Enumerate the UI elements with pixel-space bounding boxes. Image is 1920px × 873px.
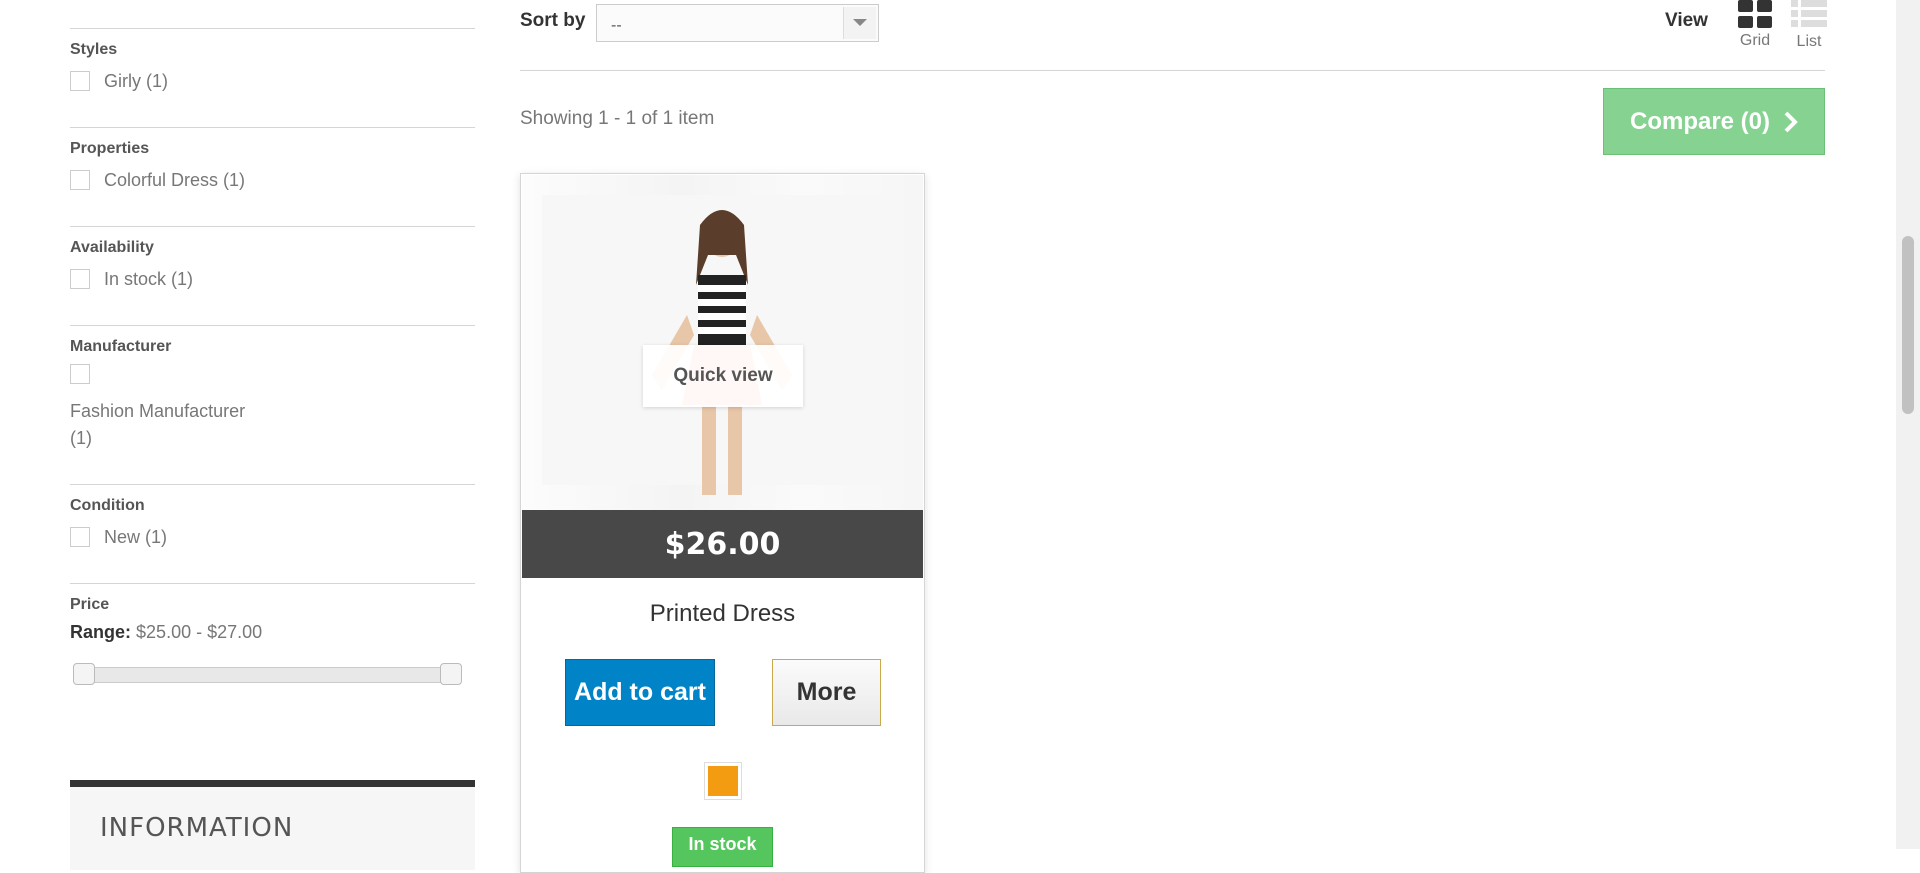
product-card[interactable]: Quick view $26.00 Printed Dress Add to c… — [520, 173, 925, 873]
filter-option-label: Colorful Dress (1) — [104, 169, 246, 190]
checkbox[interactable] — [70, 71, 90, 91]
scrollbar-thumb[interactable] — [1902, 236, 1914, 414]
product-listing: Sort by -- View Grid List Showing 1 - 1 … — [520, 0, 1827, 873]
color-swatch-orange — [708, 766, 738, 796]
price-slider[interactable] — [70, 663, 465, 685]
price-slider-track — [78, 667, 457, 683]
product-image[interactable]: Quick view — [522, 175, 923, 510]
filter-title: Availability — [70, 239, 154, 256]
more-button[interactable]: More — [772, 659, 881, 726]
view-label: View — [1665, 10, 1708, 31]
sort-toolbar: Sort by -- View Grid List — [520, 0, 1827, 71]
filter-title: Styles — [70, 41, 118, 58]
filter-title: Condition — [70, 497, 145, 514]
filter-option-label: Girly (1) — [104, 70, 168, 91]
price-range-label: Range: — [70, 622, 132, 642]
view-list-label: List — [1796, 33, 1822, 50]
filter-styles: Styles Girly (1) — [70, 28, 475, 105]
price-slider-max-handle[interactable] — [440, 663, 462, 685]
view-grid-button[interactable]: Grid — [1738, 0, 1772, 50]
sort-label: Sort by — [520, 10, 586, 31]
compare-button[interactable]: Compare (0) — [1603, 88, 1825, 155]
product-name-link[interactable]: Printed Dress — [521, 600, 924, 628]
filter-properties: Properties Colorful Dress (1) — [70, 127, 475, 204]
filter-option-girly[interactable]: Girly (1) — [70, 67, 475, 95]
price-slider-min-handle[interactable] — [73, 663, 95, 685]
filter-option-label: New (1) — [104, 526, 168, 547]
information-block: INFORMATION — [70, 780, 475, 870]
product-price: $26.00 — [522, 510, 923, 578]
filter-price: Price Range: $25.00 - $27.00 — [70, 583, 475, 693]
filter-manufacturer: Manufacturer Fashion Manufacturer (1) — [70, 325, 475, 462]
page-scrollbar[interactable] — [1896, 0, 1920, 849]
grid-view-icon — [1738, 0, 1772, 28]
filter-option-label: In stock (1) — [104, 268, 194, 289]
sort-select[interactable]: -- — [596, 4, 879, 42]
filter-option-colorful-dress[interactable]: Colorful Dress (1) — [70, 166, 475, 194]
product-count: Showing 1 - 1 of 1 item — [520, 108, 715, 129]
chevron-down-icon[interactable] — [843, 7, 876, 39]
information-title: INFORMATION — [100, 813, 294, 843]
filter-option-fashion-manufacturer[interactable]: Fashion Manufacturer (1) — [70, 364, 475, 452]
filter-option-in-stock[interactable]: In stock (1) — [70, 265, 475, 293]
filter-option-label: Fashion Manufacturer (1) — [70, 401, 246, 448]
filter-condition: Condition New (1) — [70, 484, 475, 561]
product-photo — [542, 195, 903, 495]
price-range-value: $25.00 - $27.00 — [136, 622, 263, 642]
checkbox[interactable] — [70, 170, 90, 190]
add-to-cart-button[interactable]: Add to cart — [565, 659, 715, 726]
filter-title: Manufacturer — [70, 338, 172, 355]
filter-title: Properties — [70, 140, 150, 157]
sort-select-value: -- — [611, 17, 622, 34]
checkbox[interactable] — [70, 527, 90, 547]
checkbox[interactable] — [70, 269, 90, 289]
filter-availability: Availability In stock (1) — [70, 226, 475, 303]
checkbox[interactable] — [70, 364, 90, 384]
list-view-icon — [1791, 0, 1827, 27]
quick-view-button[interactable]: Quick view — [643, 345, 803, 407]
view-list-button[interactable]: List — [1791, 0, 1827, 51]
color-swatch-link[interactable] — [704, 762, 742, 800]
stock-badge: In stock — [672, 827, 773, 867]
filter-option-new[interactable]: New (1) — [70, 523, 475, 551]
chevron-right-icon — [1784, 111, 1798, 132]
filter-sidebar: Styles Girly (1) Properties Colorful Dre… — [70, 0, 475, 693]
filter-title: Price — [70, 596, 110, 613]
price-range: Range: $25.00 - $27.00 — [70, 622, 475, 643]
compare-button-label: Compare (0) — [1629, 107, 1771, 135]
view-grid-label: Grid — [1739, 32, 1771, 49]
